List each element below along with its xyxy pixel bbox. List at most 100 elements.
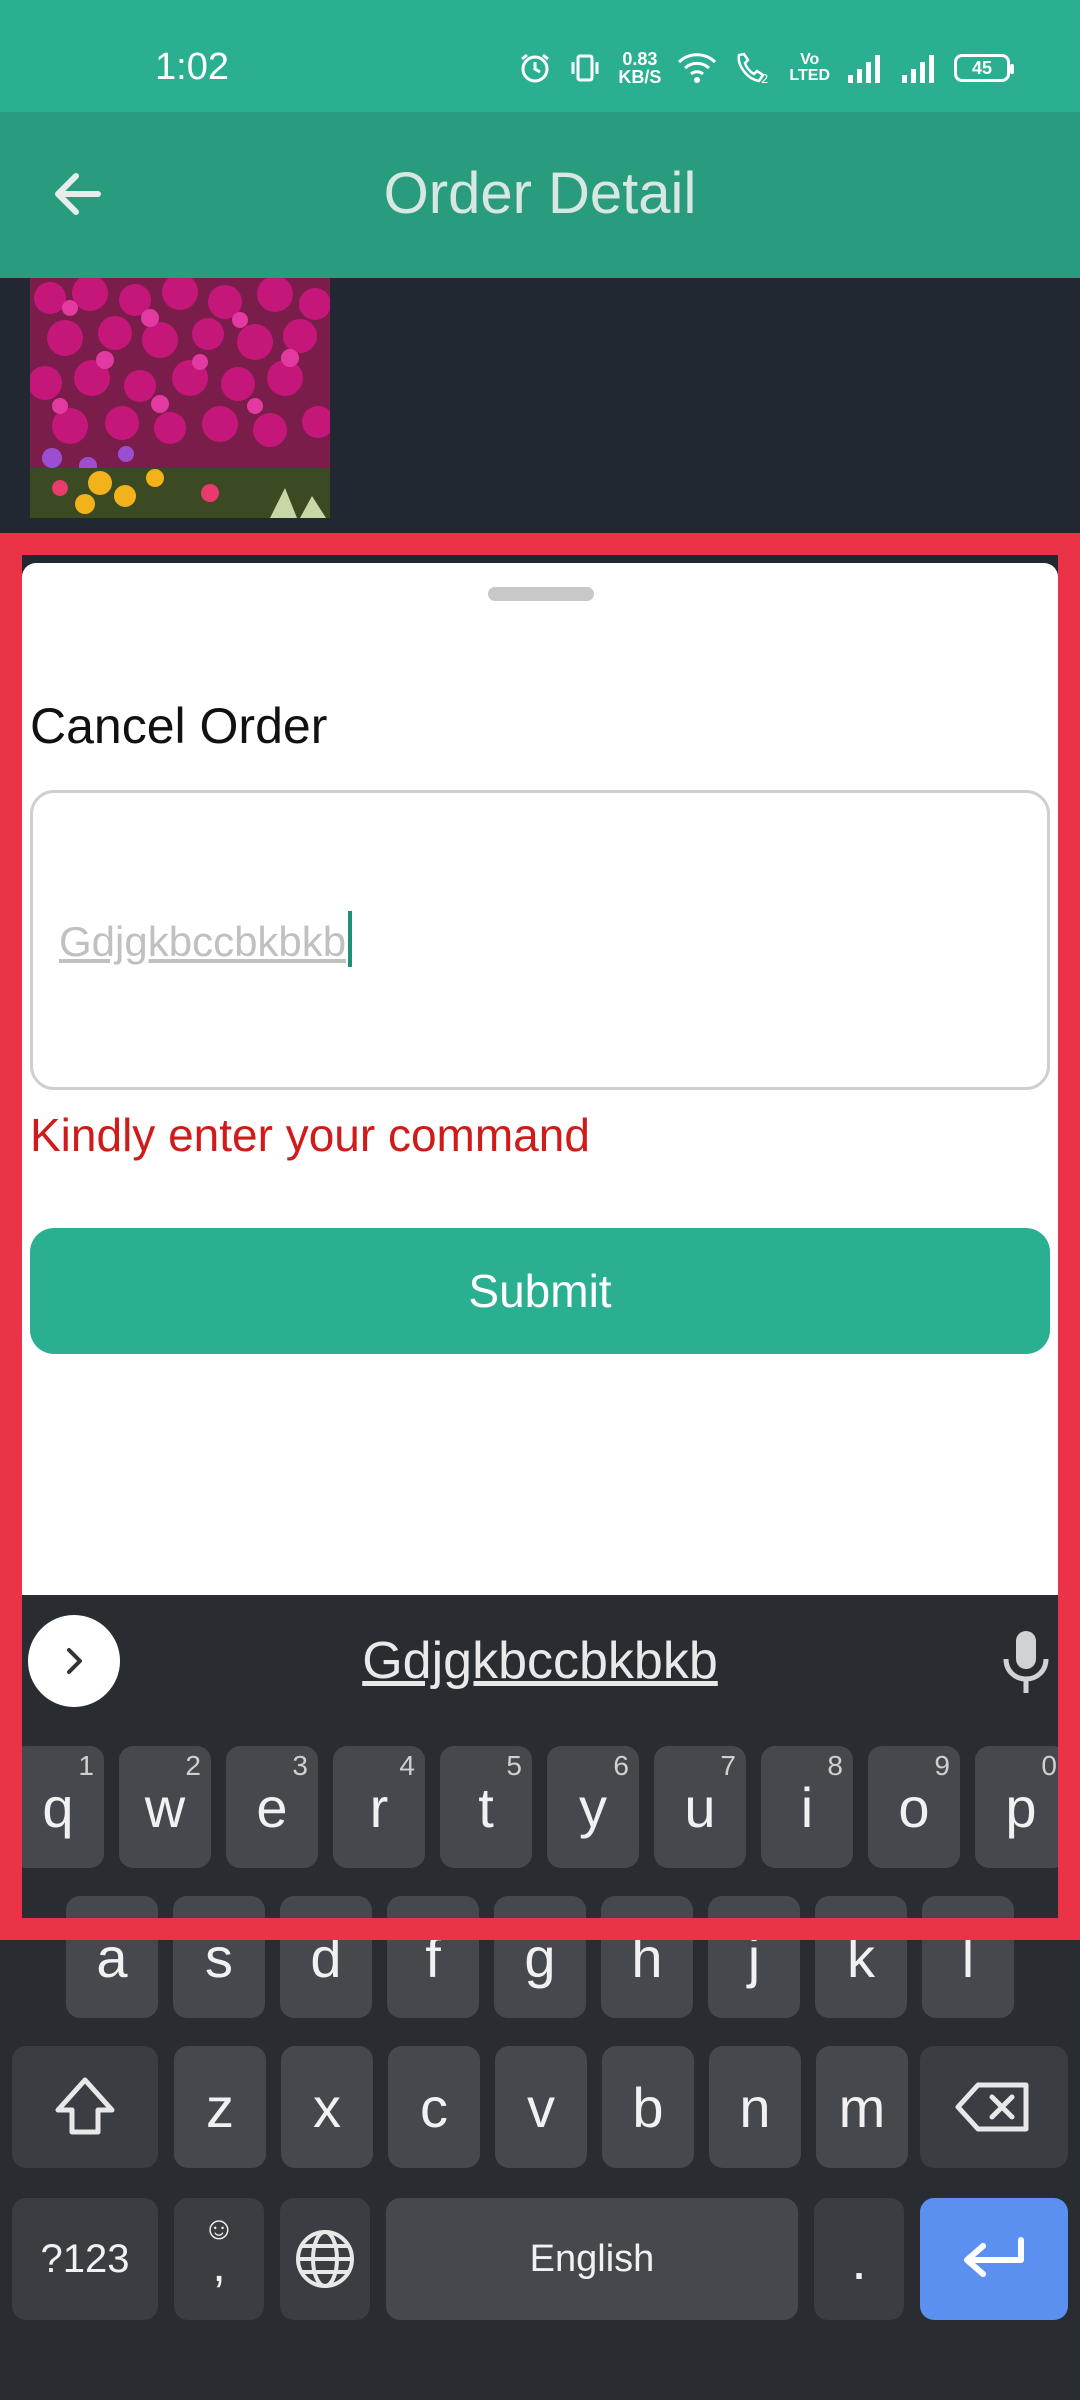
- suggestion-word[interactable]: Gdjgkbccbkbkb: [0, 1631, 1080, 1691]
- key-hint: 7: [720, 1750, 736, 1781]
- key-label: g: [524, 1925, 556, 1989]
- key-label: i: [800, 1775, 814, 1839]
- backspace-icon: [955, 2082, 1029, 2132]
- speed-unit: KB/S: [618, 67, 662, 87]
- signal-icon-2: [900, 53, 938, 83]
- key-hint: 3: [292, 1750, 308, 1781]
- key-label: l: [961, 1925, 975, 1989]
- period-key[interactable]: .: [814, 2198, 904, 2320]
- backspace-key[interactable]: [920, 2046, 1068, 2168]
- volte-icon: Vo LTED: [789, 52, 830, 84]
- key-r[interactable]: r4: [333, 1746, 425, 1868]
- key-hint: 5: [506, 1750, 522, 1781]
- key-a[interactable]: a: [66, 1896, 158, 2018]
- key-f[interactable]: f: [387, 1896, 479, 2018]
- app-bar: Order Detail: [0, 112, 1080, 278]
- error-message: Kindly enter your command: [30, 1109, 590, 1161]
- status-icons: 0.83 KB/S 2 Vo LTED 45: [518, 50, 1014, 86]
- key-y[interactable]: y6: [547, 1746, 639, 1868]
- key-hint: 8: [827, 1750, 843, 1781]
- suggestion-strip: Gdjgkbccbkbkb: [0, 1595, 1080, 1725]
- key-label: e: [256, 1775, 288, 1839]
- input-value-text: Gdjgkbccbkbkb: [59, 918, 347, 966]
- wifi-calling-icon: 2: [733, 51, 773, 85]
- key-label: y: [579, 1775, 607, 1839]
- key-g[interactable]: g: [494, 1896, 586, 2018]
- speed-value: 0.83: [622, 49, 658, 69]
- shift-key[interactable]: [12, 2046, 158, 2168]
- status-time: 1:02: [155, 46, 229, 88]
- key-label: u: [684, 1775, 716, 1839]
- key-label: c: [420, 2075, 448, 2139]
- key-c[interactable]: c: [388, 2046, 480, 2168]
- key-label: z: [206, 2075, 234, 2139]
- product-image: [30, 278, 330, 518]
- drag-handle[interactable]: [488, 587, 594, 601]
- key-l[interactable]: l: [922, 1896, 1014, 2018]
- key-label: d: [310, 1925, 342, 1989]
- space-key[interactable]: English: [386, 2198, 798, 2320]
- enter-arrow-icon: [964, 2237, 1024, 2277]
- key-k[interactable]: k: [815, 1896, 907, 2018]
- language-key[interactable]: [280, 2198, 370, 2320]
- symbols-key[interactable]: ?123: [12, 2198, 158, 2320]
- key-label: a: [96, 1925, 128, 1989]
- key-label: x: [313, 2075, 341, 2139]
- key-label: n: [739, 2075, 771, 2139]
- key-p[interactable]: p0: [975, 1746, 1067, 1868]
- key-j[interactable]: j: [708, 1896, 800, 2018]
- key-label: q: [42, 1775, 74, 1839]
- key-e[interactable]: e3: [226, 1746, 318, 1868]
- key-i[interactable]: i8: [761, 1746, 853, 1868]
- text-caret: [348, 911, 353, 967]
- key-label: o: [898, 1775, 930, 1839]
- cancel-reason-input-value: Gdjgkbccbkbkb: [59, 911, 353, 973]
- key-label: f: [425, 1925, 441, 1989]
- key-u[interactable]: u7: [654, 1746, 746, 1868]
- key-label: w: [144, 1775, 186, 1839]
- key-q[interactable]: q1: [12, 1746, 104, 1868]
- wifi-icon: [677, 52, 717, 84]
- key-v[interactable]: v: [495, 2046, 587, 2168]
- cancel-order-sheet: Cancel Order Gdjgkbccbkbkb Kindly enter …: [22, 563, 1058, 1595]
- key-label: t: [478, 1775, 494, 1839]
- page-title: Order Detail: [383, 161, 697, 226]
- comma-label: ,: [212, 2239, 226, 2292]
- sim-slot: 2: [761, 72, 769, 85]
- key-w[interactable]: w2: [119, 1746, 211, 1868]
- key-label: p: [1005, 1775, 1037, 1839]
- enter-key[interactable]: [920, 2198, 1068, 2320]
- key-h[interactable]: h: [601, 1896, 693, 2018]
- key-t[interactable]: t5: [440, 1746, 532, 1868]
- key-label: h: [631, 1925, 663, 1989]
- key-n[interactable]: n: [709, 2046, 801, 2168]
- submit-button[interactable]: Submit: [30, 1228, 1050, 1354]
- emoji-comma-key[interactable]: ☺ ,: [174, 2198, 264, 2320]
- status-bar: 1:02 0.83 KB/S 2 Vo LTED 45: [0, 0, 1080, 112]
- battery-icon: 45: [954, 54, 1014, 82]
- key-hint: 0: [1041, 1750, 1057, 1781]
- cancel-reason-input[interactable]: Gdjgkbccbkbkb: [30, 790, 1050, 1090]
- key-s[interactable]: s: [173, 1896, 265, 2018]
- order-content: [0, 278, 1080, 533]
- key-x[interactable]: x: [281, 2046, 373, 2168]
- key-label: j: [747, 1925, 761, 1989]
- key-hint: 4: [399, 1750, 415, 1781]
- key-b[interactable]: b: [602, 2046, 694, 2168]
- key-label: v: [527, 2075, 555, 2139]
- vibrate-icon: [568, 51, 602, 85]
- key-hint: 9: [934, 1750, 950, 1781]
- key-hint: 6: [613, 1750, 629, 1781]
- key-z[interactable]: z: [174, 2046, 266, 2168]
- sheet-title: Cancel Order: [30, 698, 328, 754]
- key-label: m: [838, 2075, 886, 2139]
- key-m[interactable]: m: [816, 2046, 908, 2168]
- microphone-icon[interactable]: [996, 1627, 1056, 1697]
- volte-top: Vo: [800, 51, 820, 68]
- key-d[interactable]: d: [280, 1896, 372, 2018]
- key-hint: 1: [78, 1750, 94, 1781]
- network-speed: 0.83 KB/S: [618, 50, 661, 86]
- key-label: k: [847, 1925, 875, 1989]
- key-o[interactable]: o9: [868, 1746, 960, 1868]
- volte-bottom: LTED: [789, 67, 830, 84]
